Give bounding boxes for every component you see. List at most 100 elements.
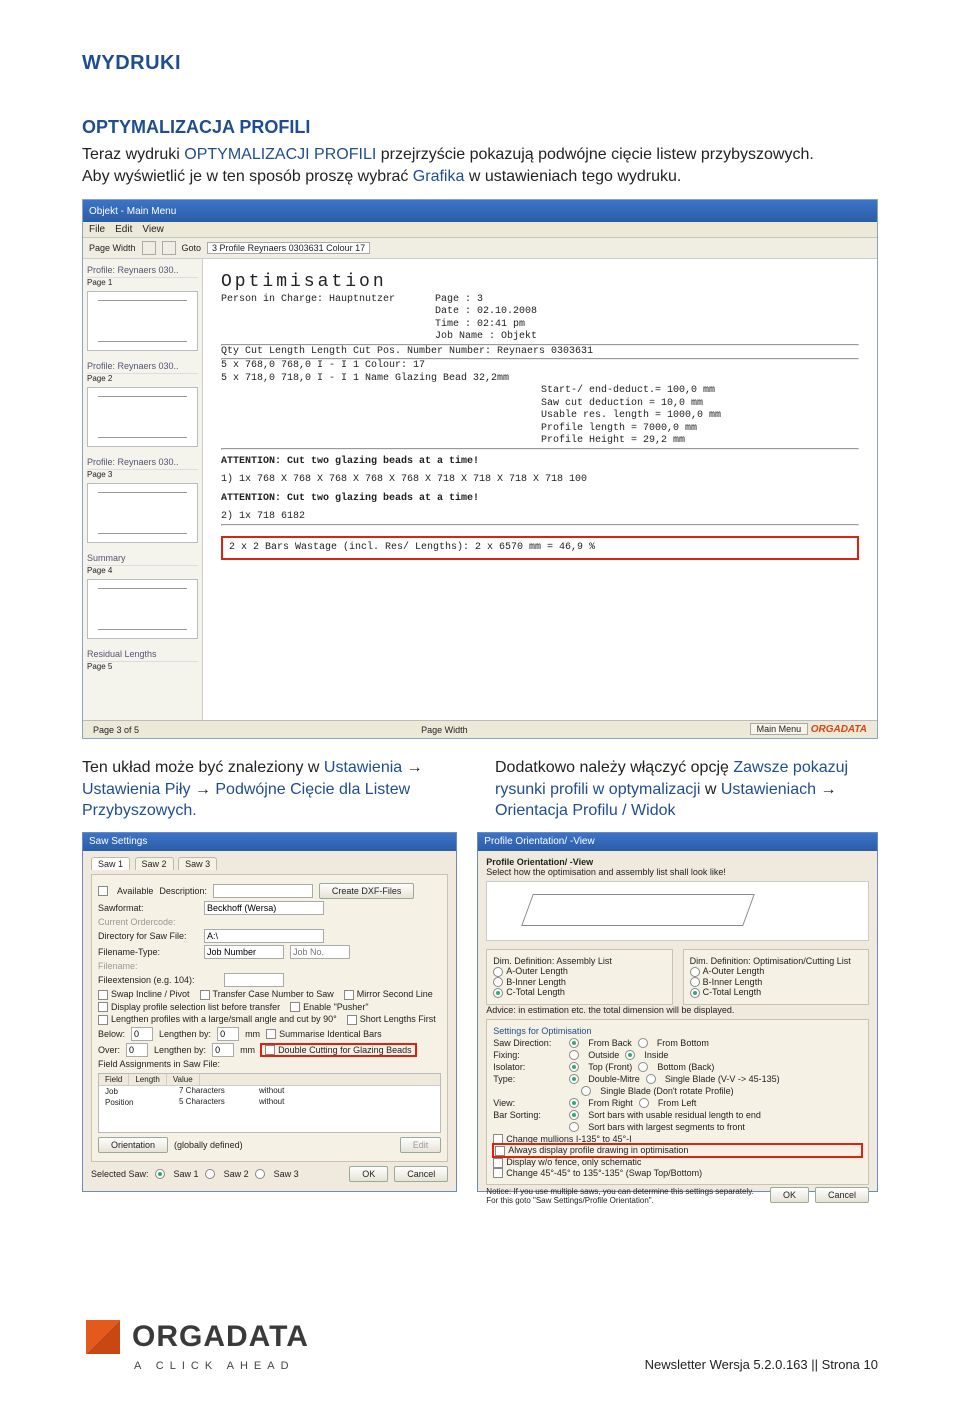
radio[interactable] xyxy=(569,1050,579,1060)
radio[interactable] xyxy=(493,988,503,998)
tab-saw3[interactable]: Saw 3 xyxy=(178,857,217,870)
profile-sketch xyxy=(486,881,869,941)
doc-detail: Profile Height = 29,2 mm xyxy=(541,435,859,448)
radio[interactable] xyxy=(569,1074,579,1084)
create-dxf-button[interactable]: Create DXF-Files xyxy=(319,883,415,899)
below-input[interactable] xyxy=(131,1027,153,1041)
label: Sort bars with largest segments to front xyxy=(588,1122,745,1132)
over-input[interactable] xyxy=(126,1043,148,1057)
radio[interactable] xyxy=(569,1062,579,1072)
section-label: Profile: Reynaers 030.. xyxy=(87,359,198,374)
radio[interactable] xyxy=(569,1122,579,1132)
checkbox[interactable] xyxy=(98,1002,108,1012)
ok-button[interactable]: OK xyxy=(770,1187,809,1203)
radio[interactable] xyxy=(625,1050,635,1060)
lengthen-input[interactable] xyxy=(217,1027,239,1041)
text: Ten układ może być znaleziony w xyxy=(82,759,324,776)
toolbar-icon[interactable] xyxy=(162,241,176,255)
dropdown-page-width[interactable]: Page Width xyxy=(89,243,136,253)
tab-saw2[interactable]: Saw 2 xyxy=(135,857,174,870)
label: Lengthen profiles with a large/small ang… xyxy=(111,1014,337,1024)
radio[interactable] xyxy=(638,1062,648,1072)
doc-meta: Page : 3 xyxy=(435,294,537,307)
description-input[interactable] xyxy=(213,884,313,898)
status-zoom[interactable]: Page Width xyxy=(421,725,468,735)
group-label: Dim. Definition: Optimisation/Cutting Li… xyxy=(690,956,862,966)
label: Below: xyxy=(98,1029,125,1039)
dialog-heading: Profile Orientation/ -View xyxy=(486,857,869,867)
radio[interactable] xyxy=(493,967,503,977)
col-header: Length xyxy=(129,1074,166,1085)
doc-detail: Usable res. length = 1000,0 mm xyxy=(541,410,859,423)
label: Sawformat: xyxy=(98,903,198,913)
radio[interactable] xyxy=(638,1038,648,1048)
radio[interactable] xyxy=(690,988,700,998)
checkbox[interactable] xyxy=(347,1015,357,1025)
radio-saw3[interactable] xyxy=(255,1169,265,1179)
label: Saw 2 xyxy=(224,1169,249,1179)
fileext-input[interactable] xyxy=(224,973,284,987)
menu-file[interactable]: File xyxy=(89,224,105,235)
label: A-Outer Length xyxy=(506,966,568,976)
tab-saw1[interactable]: Saw 1 xyxy=(91,857,130,870)
radio[interactable] xyxy=(581,1086,591,1096)
lengthen-input2[interactable] xyxy=(212,1043,234,1057)
radio[interactable] xyxy=(569,1038,579,1048)
page-number: Newsletter Wersja 5.2.0.163 || Strona 10 xyxy=(645,1357,878,1372)
checkbox[interactable] xyxy=(200,990,210,1000)
label: Filename-Type: xyxy=(98,947,198,957)
wastage-highlight: 2 x 2 Bars Wastage (incl. Res/ Lengths):… xyxy=(221,536,859,561)
goto-dropdown[interactable]: 3 Profile Reynaers 0303631 Colour 17 xyxy=(207,242,370,254)
menu-view[interactable]: View xyxy=(142,224,164,235)
cancel-button[interactable]: Cancel xyxy=(815,1187,869,1203)
label: From Right xyxy=(588,1098,633,1108)
menu-edit[interactable]: Edit xyxy=(115,224,132,235)
sawformat-select[interactable] xyxy=(204,901,324,915)
orientation-button[interactable]: Orientation xyxy=(98,1137,168,1153)
page-thumb-3[interactable] xyxy=(87,483,198,543)
radio[interactable] xyxy=(569,1098,579,1108)
label: Directory for Saw File: xyxy=(98,931,198,941)
heading-optymalizacja: OPTYMALIZACJA PROFILI xyxy=(82,117,878,138)
page-thumb-4[interactable] xyxy=(87,579,198,639)
checkbox[interactable] xyxy=(493,1134,503,1144)
filename-type-select[interactable] xyxy=(204,945,284,959)
radio[interactable] xyxy=(493,977,503,987)
checkbox[interactable] xyxy=(344,990,354,1000)
label: Always display profile drawing in optimi… xyxy=(508,1145,688,1155)
checkbox[interactable] xyxy=(266,1029,276,1039)
document-preview: Optimisation Person in Charge: Hauptnutz… xyxy=(203,259,877,731)
ok-button[interactable]: OK xyxy=(349,1166,388,1182)
checkbox[interactable] xyxy=(98,990,108,1000)
cancel-button[interactable]: Cancel xyxy=(394,1166,448,1182)
radio[interactable] xyxy=(569,1110,579,1120)
job-no-input[interactable] xyxy=(290,945,350,959)
page-thumbnails-panel: Profile: Reynaers 030.. Page 1 Profile: … xyxy=(83,259,203,731)
radio[interactable] xyxy=(639,1098,649,1108)
radio[interactable] xyxy=(690,977,700,987)
page-thumb-2[interactable] xyxy=(87,387,198,447)
label: Lengthen by: xyxy=(159,1029,211,1039)
intro1-accent: OPTYMALIZACJI PROFILI xyxy=(184,146,376,163)
radio-saw2[interactable] xyxy=(205,1169,215,1179)
checkbox-always-display[interactable] xyxy=(495,1146,505,1156)
main-menu-button[interactable]: Main Menu xyxy=(750,723,809,735)
toolbar-icon[interactable] xyxy=(142,241,156,255)
label: Summarise Identical Bars xyxy=(279,1029,382,1039)
checkbox-double-cutting[interactable] xyxy=(265,1045,275,1055)
checkbox[interactable] xyxy=(290,1002,300,1012)
page-footer: ORGADATA A CLICK AHEAD Newsletter Wersja… xyxy=(82,1316,878,1372)
text: w xyxy=(700,781,720,798)
logo-tagline: A CLICK AHEAD xyxy=(134,1360,309,1372)
checkbox[interactable] xyxy=(98,1015,108,1025)
radio-saw1[interactable] xyxy=(155,1169,165,1179)
checkbox-available[interactable] xyxy=(98,886,108,896)
group-heading: Settings for Optimisation xyxy=(493,1026,862,1036)
checkbox[interactable] xyxy=(493,1168,503,1178)
radio[interactable] xyxy=(646,1074,656,1084)
radio[interactable] xyxy=(690,967,700,977)
label: Saw 1 xyxy=(174,1169,199,1179)
checkbox[interactable] xyxy=(493,1158,503,1168)
page-thumb-1[interactable] xyxy=(87,291,198,351)
directory-input[interactable] xyxy=(204,929,324,943)
